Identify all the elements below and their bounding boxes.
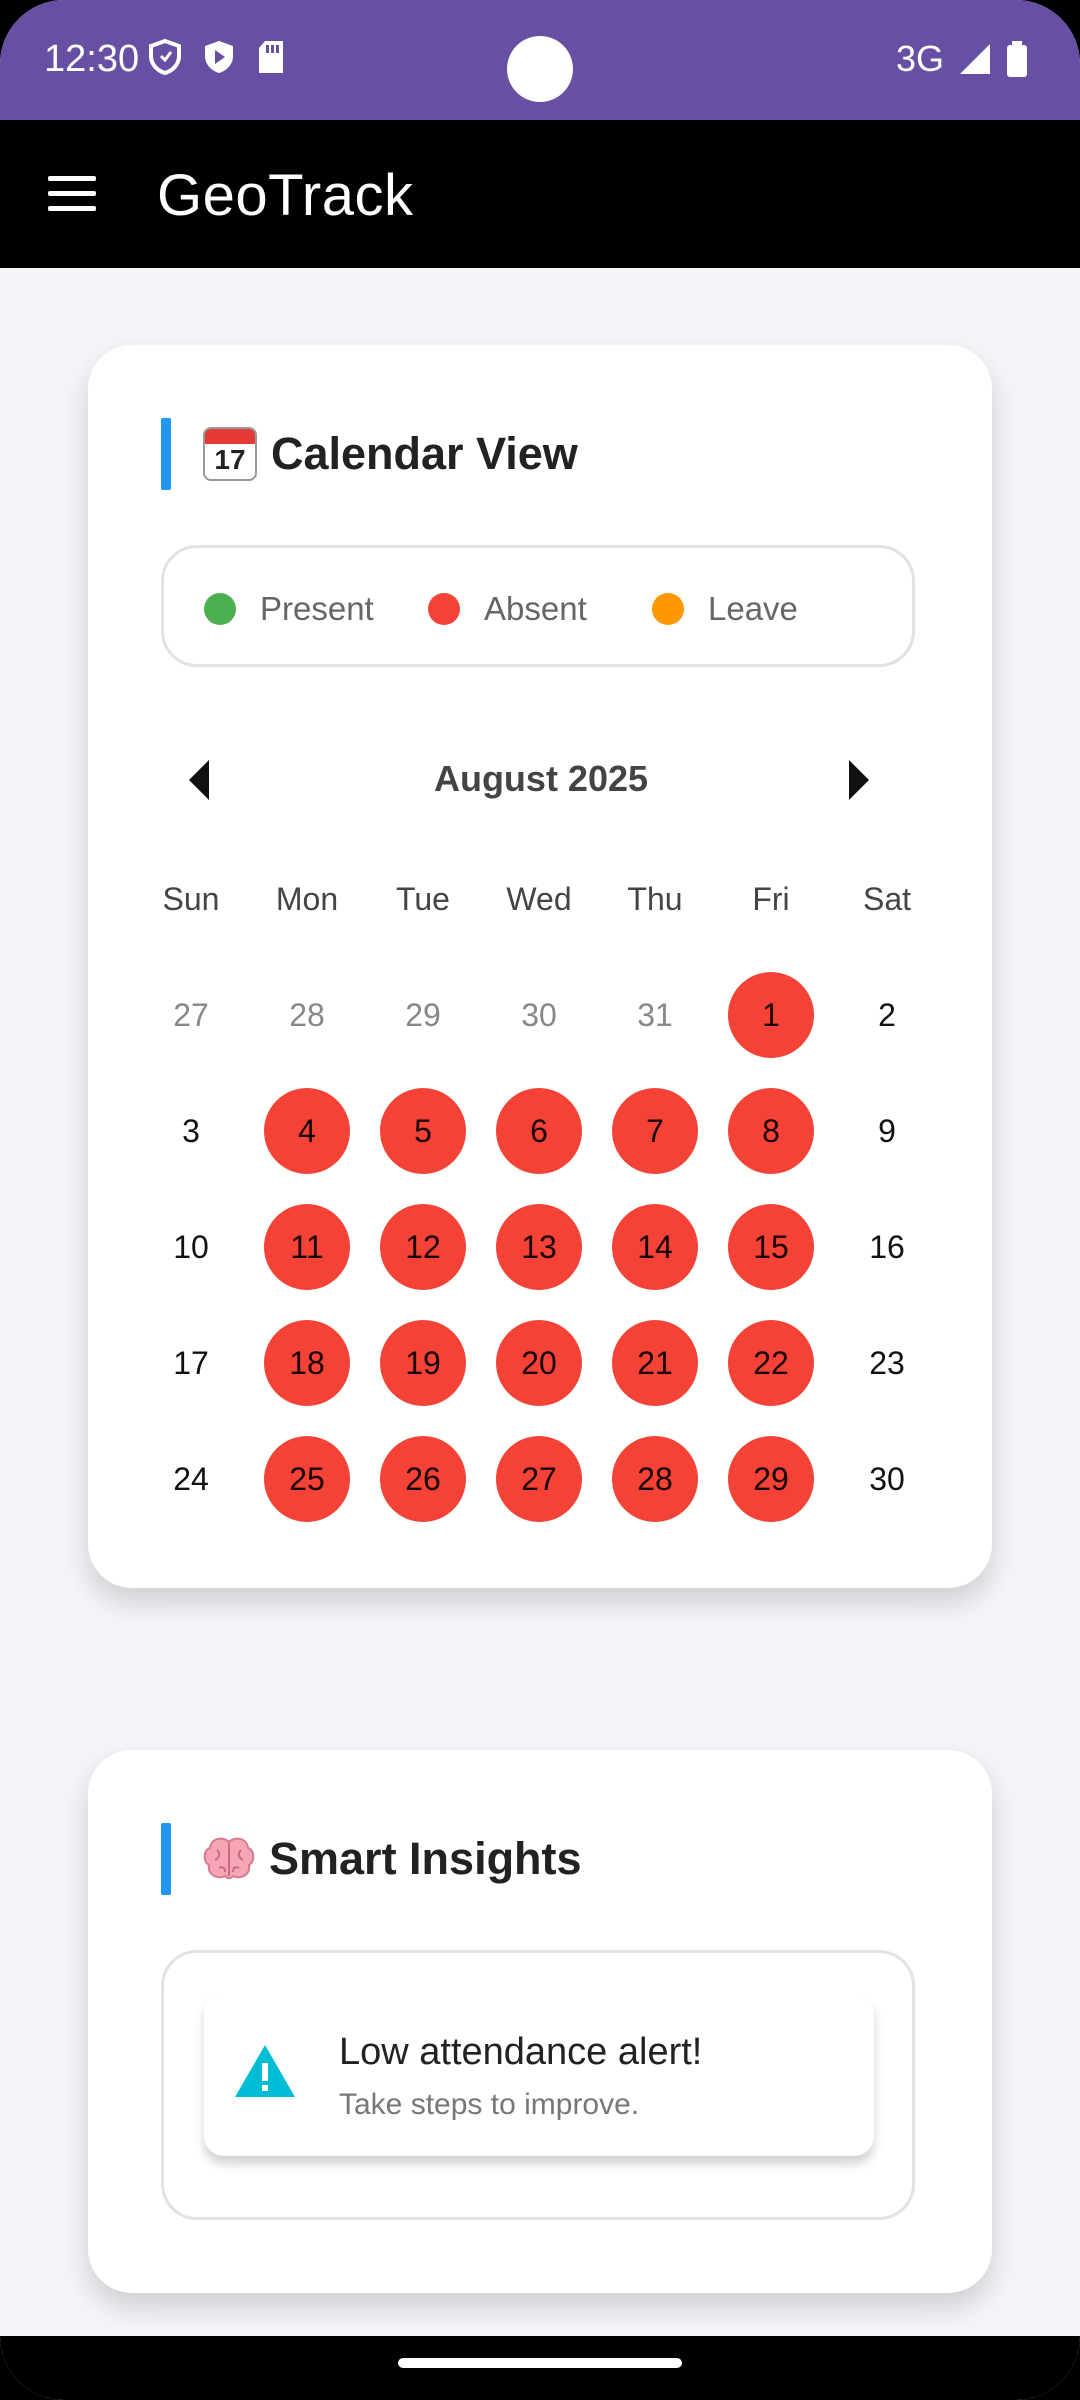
calendar-day[interactable]: 3 xyxy=(148,1088,234,1174)
system-navigation-bar xyxy=(0,2336,1080,2400)
alert-subtitle: Take steps to improve. xyxy=(339,2088,640,2121)
month-label: August 2025 xyxy=(433,758,649,799)
weekday-label-sun: Sun xyxy=(162,881,220,917)
alert-title: Low attendance alert! xyxy=(339,2031,703,2073)
legend-dot xyxy=(652,593,684,625)
calendar-day-absent[interactable]: 7 xyxy=(612,1088,698,1174)
calendar-day[interactable]: 9 xyxy=(844,1088,930,1174)
calendar-day-absent[interactable]: 12 xyxy=(380,1204,466,1290)
legend-item-absent: Absent xyxy=(428,548,587,670)
insights-card-header: Smart Insights xyxy=(161,1823,582,1895)
chevron-right-icon xyxy=(849,760,869,800)
calendar-day[interactable]: 2 xyxy=(844,972,930,1058)
calendar-day-absent[interactable]: 20 xyxy=(496,1320,582,1406)
calendar-day-absent[interactable]: 15 xyxy=(728,1204,814,1290)
calendar-day-absent[interactable]: 21 xyxy=(612,1320,698,1406)
calendar-day-absent[interactable]: 4 xyxy=(264,1088,350,1174)
calendar-day-absent[interactable]: 26 xyxy=(380,1436,466,1522)
shield-play-icon xyxy=(205,41,233,73)
home-gesture-handle[interactable] xyxy=(398,2358,682,2368)
legend-label: Leave xyxy=(708,590,798,627)
calendar-day-absent[interactable]: 22 xyxy=(728,1320,814,1406)
calendar-day-absent[interactable]: 11 xyxy=(264,1204,350,1290)
status-icons-right: 3G xyxy=(896,38,1028,80)
calendar-day-absent[interactable]: 13 xyxy=(496,1204,582,1290)
calendar-icon: 17 xyxy=(203,427,257,481)
warning-icon xyxy=(235,2045,295,2097)
calendar-day-absent[interactable]: 18 xyxy=(264,1320,350,1406)
weekday-label-mon: Mon xyxy=(275,881,339,917)
alert-card[interactable]: Low attendance alert! Take steps to impr… xyxy=(204,1993,874,2156)
shield-outline-icon xyxy=(149,38,181,76)
camera-cutout xyxy=(507,36,573,102)
weekday-label-wed: Wed xyxy=(506,881,572,917)
calendar-day[interactable]: 17 xyxy=(148,1320,234,1406)
calendar-day-absent[interactable]: 1 xyxy=(728,972,814,1058)
phone-screen: 12:30 3G GeoTrack 17 Calendar View Prese… xyxy=(0,0,1080,2400)
legend-label: Present xyxy=(260,590,374,627)
calendar-day[interactable]: 16 xyxy=(844,1204,930,1290)
calendar-day[interactable]: 31 xyxy=(612,972,698,1058)
calendar-day-absent[interactable]: 28 xyxy=(612,1436,698,1522)
calendar-day-absent[interactable]: 6 xyxy=(496,1088,582,1174)
calendar-day[interactable]: 30 xyxy=(496,972,582,1058)
calendar-day[interactable]: 10 xyxy=(148,1204,234,1290)
weekday-label-tue: Tue xyxy=(396,881,450,917)
accent-bar xyxy=(161,418,171,490)
app-bar: GeoTrack xyxy=(0,120,1080,268)
app-title: GeoTrack xyxy=(157,163,414,228)
calendar-day[interactable]: 23 xyxy=(844,1320,930,1406)
calendar-day-absent[interactable]: 5 xyxy=(380,1088,466,1174)
insights-card: Smart Insights Low attendance alert! Tak… xyxy=(88,1750,992,2293)
legend-dot xyxy=(428,593,460,625)
next-month-button[interactable] xyxy=(817,740,897,820)
insights-card-title-row: Smart Insights xyxy=(203,1833,582,1885)
calendar-day[interactable]: 30 xyxy=(844,1436,930,1522)
calendar-day-absent[interactable]: 25 xyxy=(264,1436,350,1522)
status-icons-left xyxy=(148,38,286,76)
calendar-day-absent[interactable]: 14 xyxy=(612,1204,698,1290)
sd-card-icon xyxy=(259,41,283,73)
calendar-day-absent[interactable]: 8 xyxy=(728,1088,814,1174)
legend-dot xyxy=(204,593,236,625)
legend-item-present: Present xyxy=(204,548,374,670)
calendar-day[interactable]: 24 xyxy=(148,1436,234,1522)
status-time: 12:30 xyxy=(44,38,140,80)
calendar-day-absent[interactable]: 27 xyxy=(496,1436,582,1522)
brain-icon xyxy=(203,1837,255,1880)
insights-card-title: Smart Insights xyxy=(269,1833,582,1884)
weekday-label-thu: Thu xyxy=(627,881,683,917)
month-navigation: August 2025 xyxy=(161,740,921,820)
calendar-day-absent[interactable]: 29 xyxy=(728,1436,814,1522)
calendar-day[interactable]: 27 xyxy=(148,972,234,1058)
legend-label: Absent xyxy=(484,590,587,627)
battery-icon xyxy=(1007,41,1027,77)
calendar-day[interactable]: 29 xyxy=(380,972,466,1058)
calendar-card-header: 17 Calendar View xyxy=(161,418,578,490)
calendar-card: 17 Calendar View Present Absent Leave Au… xyxy=(88,345,992,1588)
accent-bar xyxy=(161,1823,171,1895)
menu-icon[interactable] xyxy=(40,164,100,224)
calendar-card-title-row: 17 Calendar View xyxy=(203,427,578,481)
weekday-label-fri: Fri xyxy=(752,881,790,917)
weekday-label-sat: Sat xyxy=(862,881,912,917)
calendar-day[interactable]: 28 xyxy=(264,972,350,1058)
insights-container: Low attendance alert! Take steps to impr… xyxy=(161,1950,915,2220)
legend-item-leave: Leave xyxy=(652,548,798,670)
calendar-card-title: Calendar View xyxy=(271,428,578,479)
status-bar: 12:30 3G xyxy=(0,0,1080,120)
network-type: 3G xyxy=(895,38,944,79)
calendar-day-absent[interactable]: 19 xyxy=(380,1320,466,1406)
signal-icon xyxy=(960,44,990,74)
status-legend: Present Absent Leave xyxy=(161,545,915,667)
